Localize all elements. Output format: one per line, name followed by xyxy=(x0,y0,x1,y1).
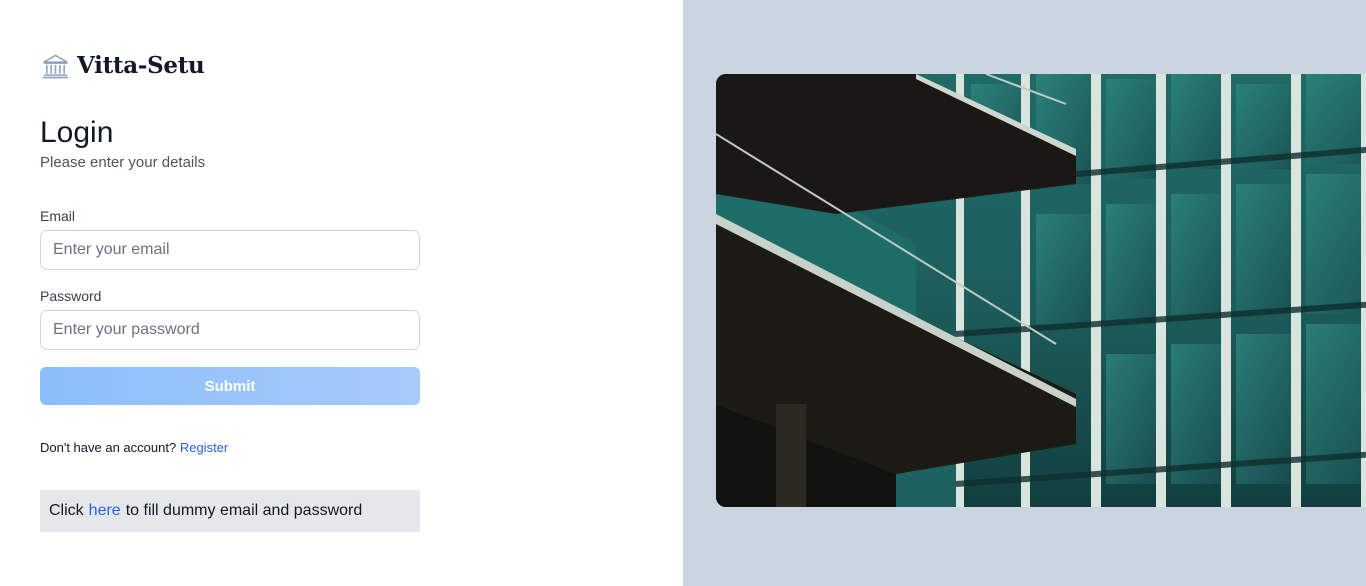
page-subtitle: Please enter your details xyxy=(40,154,206,171)
register-link[interactable]: Register xyxy=(180,440,228,455)
password-label: Password xyxy=(40,288,102,304)
hero-building-image xyxy=(716,74,1366,507)
register-prompt-text: Don't have an account? xyxy=(40,440,177,455)
register-prompt: Don't have an account? Register xyxy=(40,440,228,455)
dummy-fill-box: Click here to fill dummy email and passw… xyxy=(40,490,420,532)
dummy-fill-link[interactable]: here xyxy=(89,502,121,520)
dummy-fill-prefix: Click xyxy=(49,502,84,519)
hero-panel xyxy=(683,0,1366,586)
email-label: Email xyxy=(40,208,76,224)
password-input[interactable] xyxy=(40,310,420,350)
brand-logo: Vitta-Setu xyxy=(42,52,205,79)
submit-button[interactable]: Submit xyxy=(40,367,420,405)
login-panel: Vitta-Setu Login Please enter your detai… xyxy=(0,0,683,586)
bank-building-icon xyxy=(42,53,69,79)
email-input[interactable] xyxy=(40,230,420,270)
dummy-fill-suffix: to fill dummy email and password xyxy=(125,502,363,519)
brand-name: Vitta-Setu xyxy=(77,52,205,79)
page-title: Login xyxy=(40,116,114,149)
